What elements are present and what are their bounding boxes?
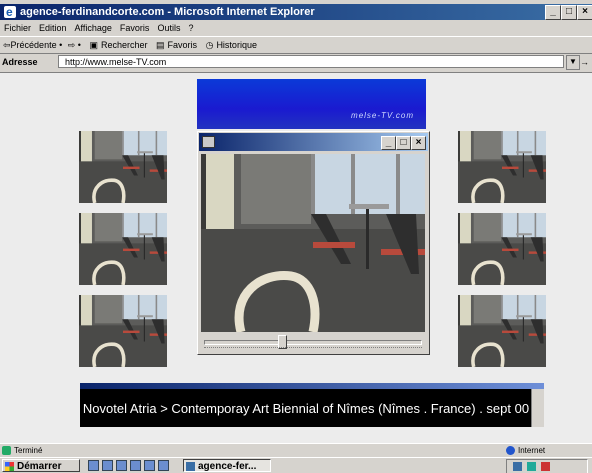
tray-app-icon[interactable] (541, 462, 550, 471)
start-label: Démarrer (17, 461, 62, 472)
quicklaunch-app-icon[interactable] (144, 460, 155, 471)
cafe-scene (79, 131, 167, 203)
favorites-icon: ▤ (156, 40, 165, 50)
quicklaunch-ie-icon[interactable] (102, 460, 113, 471)
video-frame[interactable] (201, 154, 425, 332)
taskbar-window-label: agence-fer... (198, 461, 257, 472)
minimize-button[interactable]: _ (545, 5, 561, 20)
go-button[interactable]: → (580, 54, 589, 70)
thumbnail-left-1[interactable] (79, 131, 167, 203)
search-label: Rechercher (100, 40, 148, 50)
history-button[interactable]: ◷ Historique (203, 40, 257, 50)
thumbnail-left-3[interactable] (79, 295, 167, 367)
page-content: melse-TV.com _ □ × Novotel Atria > Conte… (0, 72, 592, 443)
thumbnail-right-3[interactable] (458, 295, 546, 367)
thumbnail-right-1[interactable] (458, 131, 546, 203)
menu-edition[interactable]: Edition (39, 23, 67, 33)
system-tray (506, 459, 588, 473)
menu-outils[interactable]: Outils (157, 23, 180, 33)
taskbar-window-button[interactable]: agence-fer... (183, 459, 271, 472)
history-icon: ◷ (205, 40, 214, 50)
quick-launch (88, 460, 176, 471)
ie-icon (4, 4, 16, 20)
caption-text: Novotel Atria > Contemporay Art Biennial… (82, 401, 530, 416)
menu-favoris[interactable]: Favoris (120, 23, 150, 33)
cafe-scene (458, 213, 546, 285)
browser-window: agence-ferdinandcorte.com - Microsoft In… (0, 0, 592, 473)
search-icon: ▣ (89, 40, 98, 50)
menu-bar: Fichier Edition Affichage Favoris Outils? (0, 21, 592, 35)
start-button[interactable]: Démarrer (2, 459, 80, 472)
quicklaunch-tool-icon[interactable] (158, 460, 169, 471)
maximize-button[interactable]: □ (561, 5, 577, 20)
internet-zone-icon (506, 446, 515, 455)
banner-text: melse-TV.com (351, 111, 414, 120)
search-button[interactable]: ▣ Rechercher (86, 40, 147, 50)
address-label: Adresse (2, 57, 38, 67)
caption-header-bar (80, 383, 544, 389)
cafe-scene (79, 213, 167, 285)
tray-network-icon[interactable] (513, 462, 522, 471)
video-maximize-button[interactable]: □ (396, 136, 411, 150)
quicklaunch-media-icon[interactable] (130, 460, 141, 471)
address-input[interactable]: http://www.melse-TV.com (58, 55, 564, 68)
back-button[interactable]: ⇦Précédente • (3, 40, 62, 50)
address-bar: Adresse http://www.melse-TV.com ▼ → (0, 54, 592, 70)
status-bar: Terminé Internet (0, 443, 592, 457)
thumbnail-left-2[interactable] (79, 213, 167, 285)
quicklaunch-desktop-icon[interactable] (88, 460, 99, 471)
forward-button[interactable]: ⇨ • (68, 40, 81, 50)
video-player-window: _ □ × (197, 131, 430, 355)
site-banner[interactable]: melse-TV.com (197, 79, 426, 129)
history-label: Historique (216, 40, 257, 50)
title-bar[interactable]: agence-ferdinandcorte.com - Microsoft In… (0, 4, 592, 20)
caption-panel: Novotel Atria > Contemporay Art Biennial… (80, 383, 544, 427)
seek-slider-track[interactable] (204, 340, 422, 345)
toolbar: ⇦Précédente • ⇨ • ▣ Rechercher ▤ Favoris ◷… (0, 36, 592, 54)
window-title: agence-ferdinandcorte.com - Microsoft In… (20, 6, 315, 18)
favorites-label: Favoris (167, 40, 198, 50)
video-minimize-button[interactable]: _ (381, 136, 396, 150)
cafe-scene (201, 154, 425, 332)
zone-text: Internet (518, 446, 546, 455)
menu-affichage[interactable]: Affichage (75, 23, 112, 33)
seek-ticks (204, 347, 422, 351)
cafe-scene (458, 295, 546, 367)
address-dropdown-button[interactable]: ▼ (566, 55, 580, 70)
caption-scrollbar[interactable] (531, 389, 544, 427)
cafe-scene (79, 295, 167, 367)
status-text: Terminé (14, 446, 43, 455)
cafe-scene (458, 131, 546, 203)
video-close-button[interactable]: × (411, 136, 426, 150)
menu-help[interactable]: ? (188, 23, 193, 33)
start-flag-icon (5, 462, 14, 471)
tray-volume-icon[interactable] (527, 462, 536, 471)
taskbar: Démarrer agence-fer... (0, 457, 592, 473)
quicklaunch-mail-icon[interactable] (116, 460, 127, 471)
thumbnail-right-2[interactable] (458, 213, 546, 285)
menu-fichier[interactable]: Fichier (4, 23, 31, 33)
video-app-icon (202, 136, 215, 148)
favorites-button[interactable]: ▤ Favoris (153, 40, 197, 50)
ie-task-icon (186, 462, 195, 471)
close-button[interactable]: × (577, 5, 592, 20)
page-done-icon (2, 446, 11, 455)
video-title-bar[interactable]: _ □ × (199, 133, 428, 151)
